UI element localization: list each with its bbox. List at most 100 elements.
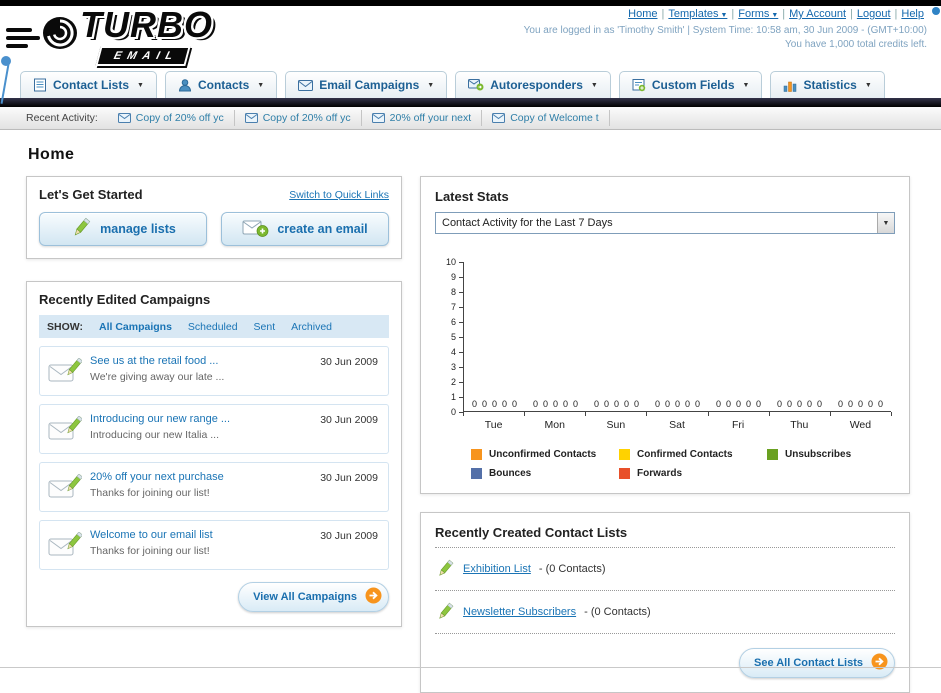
nav-separator: | bbox=[850, 8, 853, 20]
value-label-group: 00000 bbox=[647, 399, 708, 409]
contact-list-count: - (0 Contacts) bbox=[538, 563, 606, 575]
recent-activity-item-label: Copy of Welcome t bbox=[510, 112, 599, 124]
footer-divider bbox=[0, 667, 941, 668]
x-tick bbox=[707, 412, 709, 416]
contact-list-link[interactable]: Newsletter Subscribers bbox=[463, 606, 576, 618]
logo-speed-lines-icon bbox=[6, 24, 40, 52]
y-tick-label: 7 bbox=[450, 302, 456, 312]
tab-contact-lists[interactable]: Contact Lists ▼ bbox=[20, 71, 157, 98]
recent-activity-item[interactable]: Copy of 20% off yc bbox=[108, 110, 235, 126]
campaign-subtitle: Introducing our new Italia ... bbox=[90, 429, 219, 441]
filter-scheduled[interactable]: Scheduled bbox=[188, 321, 238, 333]
dotted-divider bbox=[435, 633, 895, 634]
decorative-dot-icon bbox=[1, 56, 11, 66]
view-all-campaigns-button[interactable]: View All Campaigns bbox=[238, 582, 389, 612]
main-tabs: Contact Lists ▼ Contacts ▼ Email Campaigns ▼ A… bbox=[0, 68, 941, 98]
campaign-row[interactable]: 20% off your next purchase Thanks for joi… bbox=[39, 462, 389, 512]
manage-lists-button[interactable]: manage lists bbox=[39, 212, 207, 246]
nav-link-my-account[interactable]: My Account bbox=[789, 8, 846, 20]
stats-title: Latest Stats bbox=[435, 189, 509, 204]
envelope-plus-icon bbox=[242, 218, 269, 241]
chevron-down-icon: ▼ bbox=[769, 12, 779, 19]
contact-list-items: Exhibition List - (0 Contacts) Newsletter… bbox=[435, 547, 895, 634]
y-tick-label: 2 bbox=[450, 377, 456, 387]
x-tick bbox=[768, 412, 770, 416]
view-all-campaigns-label: View All Campaigns bbox=[253, 591, 357, 603]
legend-item: Bounces bbox=[471, 468, 619, 479]
login-info: You are logged in as 'Timothy Smith' | S… bbox=[523, 25, 927, 36]
value-label: 0 bbox=[634, 399, 640, 409]
create-email-button[interactable]: create an email bbox=[221, 212, 389, 246]
tab-custom-fields[interactable]: Custom Fields ▼ bbox=[618, 71, 763, 98]
legend-item: Confirmed Contacts bbox=[619, 449, 767, 460]
nav-link-forms[interactable]: Forms ▼ bbox=[738, 8, 778, 20]
recent-activity-item[interactable]: 20% off your next bbox=[362, 110, 483, 126]
campaigns-title: Recently Edited Campaigns bbox=[39, 292, 211, 307]
value-label: 0 bbox=[624, 399, 630, 409]
value-label: 0 bbox=[471, 399, 477, 409]
y-tick-label: 5 bbox=[450, 332, 456, 342]
chart-plot-area: 00000000000000000000000000000000000 bbox=[463, 262, 891, 412]
contacts-icon bbox=[178, 78, 192, 92]
show-label: SHOW: bbox=[47, 320, 83, 333]
nav-link-templates[interactable]: Templates ▼ bbox=[668, 8, 727, 20]
x-tick bbox=[463, 412, 464, 416]
recent-activity-label: Recent Activity: bbox=[26, 112, 98, 124]
value-label: 0 bbox=[664, 399, 670, 409]
chart-x-ticks bbox=[463, 412, 892, 416]
tab-statistics[interactable]: Statistics ▼ bbox=[770, 71, 885, 98]
legend-item: Unconfirmed Contacts bbox=[471, 449, 619, 460]
page-title: Home bbox=[28, 146, 75, 163]
stats-activity-dropdown[interactable]: Contact Activity for the Last 7 Days ▼ bbox=[435, 212, 895, 234]
x-axis-label: Wed bbox=[849, 419, 872, 431]
filter-sent[interactable]: Sent bbox=[254, 321, 276, 333]
envelope-icon bbox=[117, 113, 131, 123]
tab-email-campaigns[interactable]: Email Campaigns ▼ bbox=[285, 71, 448, 98]
snail-icon bbox=[40, 12, 80, 57]
see-all-contact-lists-button[interactable]: See All Contact Lists bbox=[738, 648, 895, 678]
tab-label: Contact Lists bbox=[53, 78, 130, 92]
app-logo: TURBO EMAIL bbox=[6, 4, 304, 68]
contact-lists-title: Recently Created Contact Lists bbox=[435, 525, 628, 540]
nav-link-help[interactable]: Help bbox=[901, 8, 924, 20]
tab-contacts[interactable]: Contacts ▼ bbox=[164, 71, 278, 98]
switch-quick-links-link[interactable]: Switch to Quick Links bbox=[289, 189, 389, 201]
value-label: 0 bbox=[502, 399, 508, 409]
value-label: 0 bbox=[807, 399, 813, 409]
recent-activity-item[interactable]: Copy of Welcome t bbox=[482, 110, 610, 126]
value-label: 0 bbox=[817, 399, 823, 409]
logo-title: TURBO bbox=[80, 4, 213, 45]
filter-archived[interactable]: Archived bbox=[291, 321, 332, 333]
dotted-divider bbox=[435, 590, 895, 591]
y-tick-label: 8 bbox=[450, 287, 456, 297]
recent-contact-lists-panel: Recently Created Contact Lists Exhibitio… bbox=[420, 512, 910, 693]
value-label: 0 bbox=[593, 399, 599, 409]
create-email-label: create an email bbox=[277, 222, 368, 236]
value-label: 0 bbox=[868, 399, 874, 409]
nav-link-home[interactable]: Home bbox=[628, 8, 657, 20]
legend-swatch bbox=[471, 449, 482, 460]
recent-activity-items: Copy of 20% off yc Copy of 20% off yc 20% … bbox=[108, 107, 610, 129]
decorative-dot-icon bbox=[932, 7, 940, 15]
value-label-group: 00000 bbox=[586, 399, 647, 409]
chart-legend: Unconfirmed Contacts Confirmed Contacts Un… bbox=[471, 449, 891, 479]
campaign-row[interactable]: See us at the retail food ... We're givin… bbox=[39, 346, 389, 396]
nav-link-logout[interactable]: Logout bbox=[857, 8, 891, 20]
contact-list-link[interactable]: Exhibition List bbox=[463, 563, 531, 575]
campaign-row[interactable]: Introducing our new range ... Introducing… bbox=[39, 404, 389, 454]
stats-chart: 0 1 2 3 4 5 6 7 8 9 10 000000000000000000000000000… bbox=[441, 257, 892, 479]
tab-label: Email Campaigns bbox=[319, 78, 420, 92]
campaign-date: 30 Jun 2009 bbox=[320, 356, 378, 368]
tab-autoresponders[interactable]: Autoresponders ▼ bbox=[455, 71, 611, 98]
value-label: 0 bbox=[715, 399, 721, 409]
value-label: 0 bbox=[512, 399, 518, 409]
filter-all-campaigns[interactable]: All Campaigns bbox=[99, 321, 172, 333]
envelope-pencil-icon bbox=[48, 357, 83, 390]
value-label: 0 bbox=[552, 399, 558, 409]
legend-swatch bbox=[619, 449, 630, 460]
recent-activity-item[interactable]: Copy of 20% off yc bbox=[235, 110, 362, 126]
envelope-pencil-icon bbox=[48, 473, 83, 506]
value-label: 0 bbox=[685, 399, 691, 409]
campaign-row[interactable]: Welcome to our email list Thanks for join… bbox=[39, 520, 389, 570]
envelope-icon bbox=[371, 113, 385, 123]
